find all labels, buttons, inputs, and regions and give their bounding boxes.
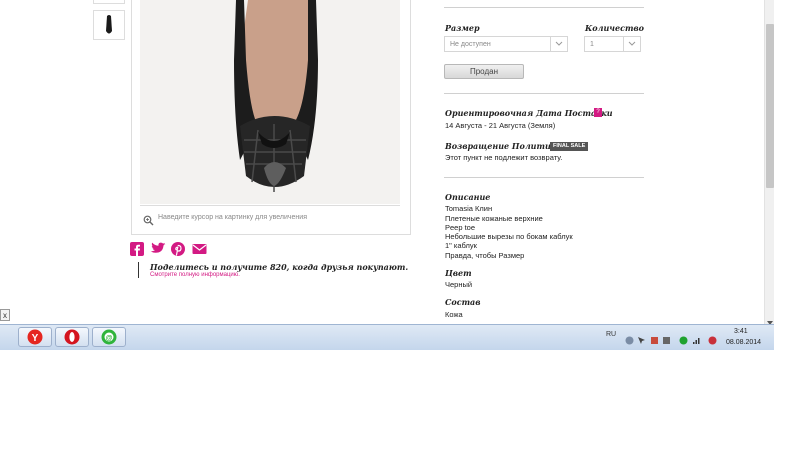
tray-cursor-icon[interactable] [637,332,646,344]
color-value: Черный [445,280,473,289]
pinterest-icon[interactable] [171,242,185,256]
svg-text:Y: Y [32,333,39,344]
quantity-select-value: 1 [590,41,594,48]
divider-description [444,177,644,178]
share-details-link[interactable]: Смотрите полную информацию. [150,272,240,278]
tray-flag-icon[interactable] [650,332,659,344]
description-line: 1" каблук [445,241,477,250]
composition-value: Кожа [445,310,463,319]
email-icon[interactable] [192,242,207,256]
size-label: Размер [445,23,480,33]
tray-shield-icon[interactable] [708,332,717,345]
svg-text:@: @ [106,335,113,342]
tray-help-icon[interactable] [625,332,634,345]
chevron-down-icon [623,37,640,51]
opera-icon [64,329,80,345]
vertical-scrollbar[interactable] [764,0,774,325]
description-label: Описание [445,192,491,202]
scroll-down-arrow-icon[interactable] [766,314,774,325]
quantity-label: Количество [585,23,645,33]
chevron-down-icon [550,37,567,51]
composition-label: Состав [445,297,481,307]
delivery-label: Ориентировочная Дата Поставки [445,108,613,118]
taskbar-icq[interactable]: @ [92,327,126,347]
yandex-browser-icon: Y [27,329,43,345]
taskbar: Y @ RU 3:41 08.08.2014 [0,324,774,350]
returns-text: Этот пункт не подлежит возврату. [445,153,563,162]
delivery-help-icon[interactable]: ? [594,108,602,117]
quantity-select[interactable]: 1 [584,36,641,52]
web-page: Наведите курсор на картинку для увеличен… [0,0,764,324]
share-title: Поделитесь и получите 820, когда друзья … [150,262,409,272]
divider-delivery [444,93,644,94]
facebook-icon[interactable] [130,242,144,256]
returns-label: Возвращение Политики [445,141,562,151]
language-indicator[interactable]: RU [606,331,616,338]
twitter-icon[interactable] [150,242,166,256]
description-line: Плетеные кожаные верхние [445,214,543,223]
zoom-hint: Наведите курсор на картинку для увеличен… [158,214,307,221]
description-line: Правда, чтобы Размер [445,251,525,260]
taskbar-yandex-browser[interactable]: Y [18,327,52,347]
size-select-value: Не доступен [450,41,491,48]
share-accent-rule [138,262,139,278]
description-line: Небольшие вырезы по бокам каблук [445,232,573,241]
product-image[interactable] [140,0,400,204]
close-button[interactable]: x [0,309,10,321]
product-thumbnail-1[interactable] [93,0,125,4]
description-line: Tomasia Клин [445,204,493,213]
description-line: Peep toe [445,223,476,232]
size-select[interactable]: Не доступен [444,36,568,52]
icq-icon: @ [101,329,117,345]
zoom-divider [140,205,400,206]
clock-time[interactable]: 3:41 [734,328,748,335]
taskbar-opera[interactable] [55,327,89,347]
product-thumbnail-2[interactable] [93,10,125,40]
delivery-dates: 14 Августа - 21 Августа (Земля) [445,121,556,130]
sold-out-button[interactable]: Продан [444,64,524,79]
divider-top [444,7,644,8]
color-label: Цвет [445,268,472,278]
clock-date[interactable]: 08.08.2014 [726,339,761,346]
final-sale-badge: FINAL SALE [550,142,589,151]
network-icon[interactable] [692,332,701,344]
tray-status-icon[interactable] [679,332,688,345]
scrollbar-thumb[interactable] [766,24,774,188]
magnifier-icon [143,213,154,226]
tray-app-icon[interactable] [662,332,671,344]
